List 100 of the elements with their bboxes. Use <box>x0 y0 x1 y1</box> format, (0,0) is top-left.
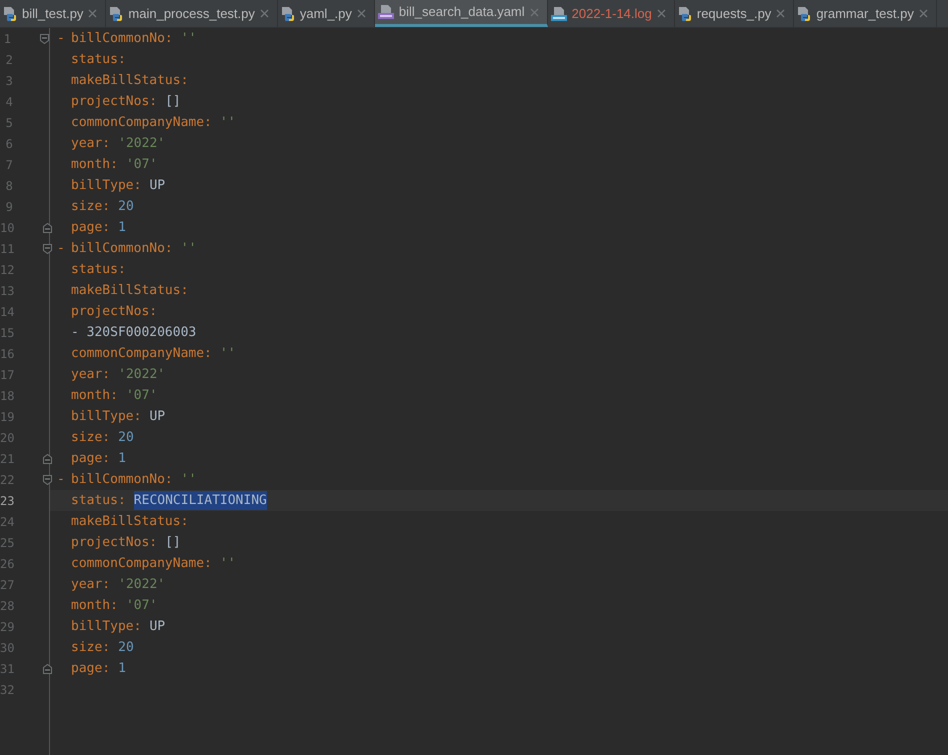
line-number: 12 <box>0 262 14 278</box>
line-number: 27 <box>0 576 14 594</box>
yaml-value: '07' <box>126 386 158 405</box>
line-number: 10 <box>0 220 14 236</box>
yaml-key: billCommonNo: <box>71 28 173 48</box>
close-icon[interactable] <box>260 9 269 18</box>
line-number: 32 <box>0 682 14 698</box>
line-number: 8 <box>4 178 13 194</box>
line-number: 31 <box>0 660 14 678</box>
yaml-key: page: <box>71 448 110 468</box>
yaml-key: makeBillStatus: <box>71 70 188 90</box>
yaml-key: page: <box>71 658 110 678</box>
line-number: 7 <box>4 156 13 174</box>
yaml-key: month: <box>71 386 118 406</box>
list-dash: - <box>56 30 66 48</box>
editor-tab[interactable]: grammar_test.py <box>794 0 937 27</box>
tab-label: requests_.py <box>696 4 772 23</box>
yaml-value: '07' <box>126 156 158 174</box>
fold-icon[interactable] <box>40 34 49 44</box>
yaml-key: month: <box>71 596 118 616</box>
yaml-value: '' <box>180 240 196 258</box>
yaml-key: commonCompanyName: <box>71 554 212 574</box>
editor-tab[interactable]: main_process_test.py <box>106 0 278 27</box>
python-file-icon <box>280 6 295 22</box>
python-file-icon <box>797 6 812 22</box>
line-number: 29 <box>0 618 14 636</box>
yaml-value: [] <box>165 534 181 552</box>
yaml-file-icon <box>378 4 394 20</box>
yaml-value: [] <box>165 92 181 111</box>
line-number: 30 <box>0 640 14 656</box>
fold-icon[interactable] <box>43 454 52 464</box>
yaml-key: projectNos: <box>71 532 158 552</box>
line-number: 4 <box>4 94 13 110</box>
close-icon[interactable] <box>88 9 98 18</box>
yaml-value: '' <box>180 470 196 489</box>
fold-icon[interactable] <box>43 222 52 232</box>
tab-label: bill_test.py <box>22 4 84 23</box>
editor-tab[interactable]: yaml_.py <box>278 0 375 27</box>
yaml-value: '' <box>180 30 196 48</box>
yaml-key: makeBillStatus: <box>71 280 188 300</box>
line-number: 24 <box>0 514 14 530</box>
fold-icon[interactable] <box>43 664 52 674</box>
yaml-key: size: <box>71 428 110 448</box>
yaml-value: 1 <box>118 450 126 468</box>
editor-tab[interactable]: 2022-1-14.log <box>548 0 675 27</box>
line-number: 22 <box>0 472 14 488</box>
tab-label: yaml_.py <box>300 4 352 23</box>
yaml-value: '' <box>220 344 236 363</box>
yaml-key: status: <box>71 50 126 70</box>
yaml-key: billType: <box>71 176 142 196</box>
line-number: 13 <box>0 282 14 300</box>
python-file-icon <box>3 6 17 22</box>
close-icon[interactable] <box>530 8 539 16</box>
yaml-value: 20 <box>118 198 134 216</box>
close-icon[interactable] <box>356 9 366 18</box>
tab-label: 2022-1-14.log <box>572 4 652 23</box>
line-number: 5 <box>4 114 13 132</box>
yaml-value: 1 <box>118 218 126 237</box>
yaml-key: year: <box>71 364 110 384</box>
list-dash: - <box>56 470 66 489</box>
editor-tab[interactable]: requests_.py <box>674 0 794 27</box>
line-number: 17 <box>0 366 14 384</box>
line-number: 11 <box>0 240 14 258</box>
line-number: 23 <box>0 492 14 510</box>
line-number: 26 <box>0 556 14 572</box>
list-dash: - <box>56 240 66 258</box>
yaml-key: size: <box>71 638 110 658</box>
python-file-icon <box>109 6 124 22</box>
yaml-key: size: <box>71 196 110 216</box>
line-number: 14 <box>0 304 14 320</box>
log-file-icon <box>550 6 567 22</box>
yaml-value: - 320SF000206003 <box>71 324 196 342</box>
yaml-value: UP <box>149 408 166 426</box>
yaml-key: month: <box>71 154 118 174</box>
tab-label: grammar_test.py <box>816 4 914 23</box>
editor-tab[interactable]: bill_test.py <box>0 0 106 27</box>
yaml-value: '2022' <box>118 576 166 594</box>
line-number: 19 <box>0 408 14 426</box>
line-number: 25 <box>0 534 14 552</box>
line-number: 2 <box>4 52 13 68</box>
line-number: 20 <box>0 430 14 446</box>
yaml-key: year: <box>71 134 110 154</box>
yaml-value: UP <box>149 618 166 636</box>
line-number: 1 <box>2 30 11 48</box>
line-number: 3 <box>4 72 13 90</box>
line-number: 16 <box>0 346 14 362</box>
yaml-key: billCommonNo: <box>71 470 173 490</box>
tab-label: main_process_test.py <box>128 4 255 23</box>
close-icon[interactable] <box>656 9 666 18</box>
tab-label: bill_search_data.yaml <box>398 3 525 22</box>
close-icon[interactable] <box>918 9 928 18</box>
line-number: 18 <box>0 388 14 404</box>
fold-icon[interactable] <box>43 244 52 254</box>
fold-icon[interactable] <box>43 474 52 484</box>
editor-tab[interactable]: bill_search_data.yaml <box>374 0 548 27</box>
yaml-key: commonCompanyName: <box>71 344 212 364</box>
close-icon[interactable] <box>776 9 786 18</box>
yaml-key: status: <box>71 260 126 280</box>
yaml-key: commonCompanyName: <box>71 112 212 132</box>
yaml-key: status: <box>71 490 126 510</box>
